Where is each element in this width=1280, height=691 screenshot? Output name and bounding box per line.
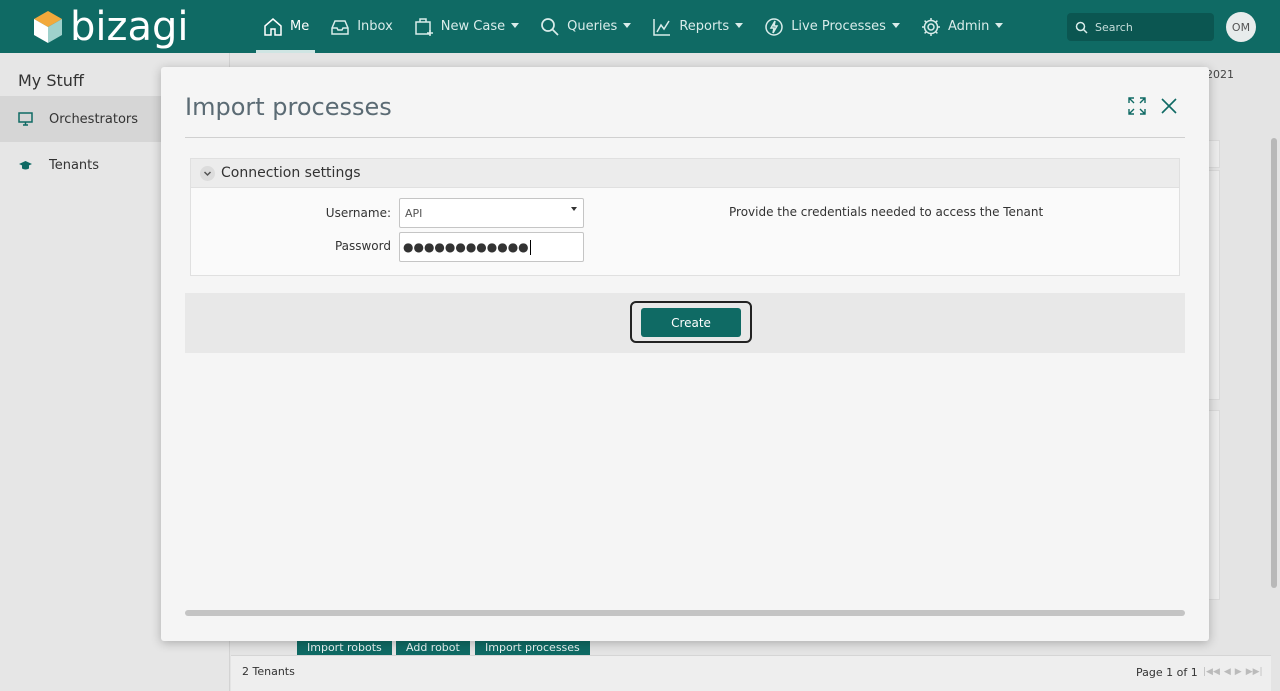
connection-settings-section: Connection settings Username: API Passwo…: [190, 158, 1180, 276]
nav-live-processes[interactable]: Live Processes: [757, 0, 906, 53]
inbox-icon: [331, 19, 349, 35]
nav-admin-label: Admin: [947, 19, 990, 34]
search-input[interactable]: [1095, 20, 1205, 34]
date-text: 2021: [1206, 68, 1234, 81]
nav-new-case[interactable]: New Case: [407, 0, 525, 53]
password-field[interactable]: ●●●●●●●●●●●●: [399, 232, 584, 262]
chevron-down-icon: [623, 23, 632, 28]
search-icon: [541, 17, 559, 36]
nav-live-processes-label: Live Processes: [791, 19, 886, 34]
modal-action-area: Create: [185, 293, 1185, 353]
nav-me[interactable]: Me: [256, 0, 316, 53]
global-search[interactable]: [1067, 13, 1214, 41]
import-robots-button[interactable]: Import robots: [297, 641, 392, 655]
chevron-down-icon: [891, 23, 900, 28]
nav-queries-label: Queries: [567, 19, 618, 34]
chevron-down-icon[interactable]: [200, 165, 215, 181]
chevron-down-icon: [735, 23, 744, 28]
username-label: Username:: [325, 206, 391, 220]
nav-admin[interactable]: Admin: [914, 0, 1009, 53]
nav-inbox-label: Inbox: [357, 19, 393, 34]
chevron-down-icon: [511, 23, 520, 28]
page-scrollbar[interactable]: [1271, 138, 1277, 588]
section-title: Connection settings: [221, 165, 361, 181]
password-label: Password: [334, 239, 391, 253]
tenants-count: 2 Tenants: [242, 665, 295, 678]
import-processes-button[interactable]: Import processes: [475, 641, 590, 655]
search-icon: [1075, 21, 1088, 34]
user-avatar[interactable]: OM: [1226, 12, 1256, 42]
bizagi-logo[interactable]: bizagi: [32, 4, 189, 50]
sidebar-title: My Stuff: [18, 71, 84, 90]
gear-icon: [921, 17, 940, 36]
logo-cube-icon: [34, 11, 62, 43]
expand-icon[interactable]: [1127, 96, 1147, 116]
prev-page-icon[interactable]: ◀: [1224, 667, 1231, 677]
nav-queries[interactable]: Queries: [533, 0, 637, 53]
logo-text: bizagi: [70, 4, 189, 50]
modal-title: Import processes: [185, 93, 392, 121]
add-robot-button[interactable]: Add robot: [396, 641, 470, 655]
lightning-icon: [765, 17, 783, 36]
new-case-icon: [415, 17, 433, 36]
sidebar-item-label: Tenants: [49, 157, 100, 173]
password-mask: ●●●●●●●●●●●●: [403, 240, 529, 254]
sidebar-item-label: Orchestrators: [49, 111, 139, 127]
monitor-icon: [18, 111, 33, 126]
nav-reports-label: Reports: [679, 19, 730, 34]
import-processes-modal: Import processes Connection settings Use…: [161, 67, 1209, 641]
first-page-icon[interactable]: |◀◀: [1203, 667, 1220, 677]
home-icon: [264, 17, 282, 36]
pagination-controls: |◀◀ ◀ ▶ ▶▶|: [1203, 667, 1263, 677]
background-card: [1208, 140, 1220, 168]
section-header[interactable]: Connection settings: [191, 159, 1179, 188]
modal-divider: [185, 137, 1185, 138]
username-value: API: [405, 206, 423, 220]
last-page-icon[interactable]: ▶▶|: [1246, 667, 1263, 677]
credentials-help-text: Provide the credentials needed to access…: [729, 205, 1044, 219]
nav-me-label: Me: [290, 19, 310, 34]
page-indicator: Page 1 of 1: [1136, 666, 1198, 679]
create-button[interactable]: Create: [641, 308, 741, 337]
background-card: [1208, 410, 1220, 600]
username-dropdown[interactable]: API: [399, 198, 584, 228]
chevron-down-icon: [995, 23, 1004, 28]
top-nav-bar: bizagi Me Inbox New Case Queries Reports: [0, 0, 1280, 53]
text-cursor: [529, 239, 531, 255]
next-page-icon[interactable]: ▶: [1235, 667, 1242, 677]
main-nav: Me Inbox New Case Queries Reports Live P…: [256, 0, 1017, 53]
chevron-down-icon: [571, 207, 577, 211]
background-card: [1208, 170, 1220, 400]
nav-inbox[interactable]: Inbox: [323, 0, 399, 53]
modal-horizontal-scrollbar[interactable]: [185, 610, 1185, 616]
close-icon[interactable]: [1159, 96, 1179, 116]
table-footer: [231, 655, 1271, 691]
nav-reports[interactable]: Reports: [645, 0, 749, 53]
graduation-cap-icon: [19, 160, 32, 169]
nav-new-case-label: New Case: [440, 19, 506, 34]
chart-icon: [653, 18, 671, 36]
